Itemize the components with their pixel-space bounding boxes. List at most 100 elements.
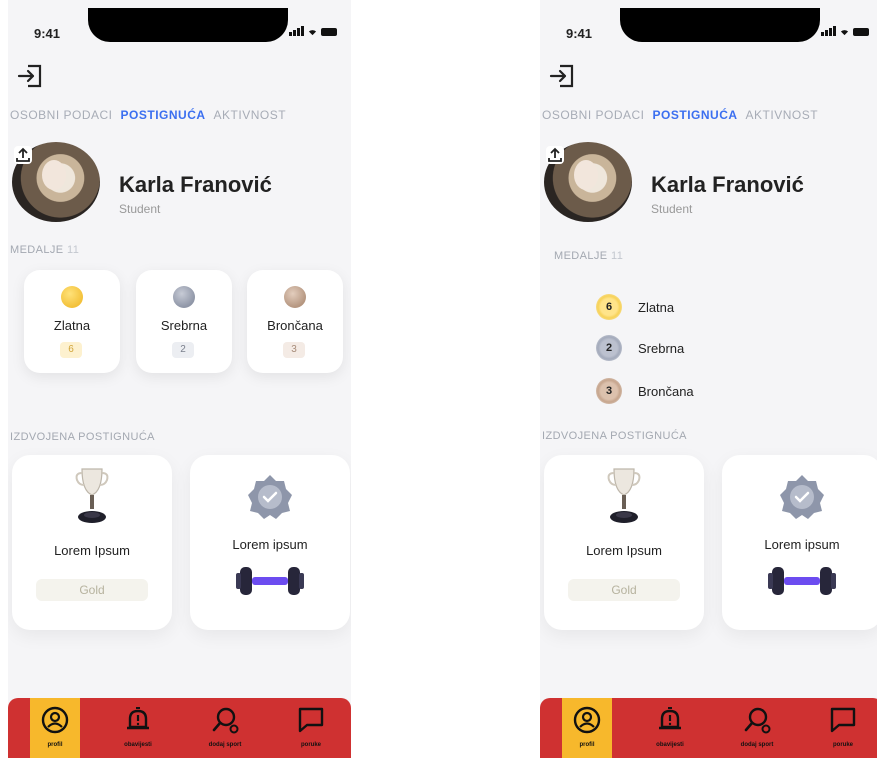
nav-item-dodaj-sport[interactable]: dodaj sport: [200, 698, 250, 758]
bottom-nav: profil obavijesti dodaj sport poruke: [540, 698, 877, 758]
message-icon: [298, 707, 324, 733]
profile-tabs: OSOBNI PODACI POSTIGNUĆA AKTIVNOST: [10, 108, 286, 122]
achievement-title: Lorem ipsum: [232, 537, 308, 552]
profile-name: Karla Franović: [119, 172, 272, 197]
upload-icon[interactable]: [14, 146, 32, 164]
achievement-title: Lorem Ipsum: [586, 543, 662, 558]
achievement-card[interactable]: Lorem Ipsum Gold: [12, 455, 172, 630]
search-plus-icon: [744, 707, 771, 734]
medal-count: 3: [283, 342, 305, 358]
featured-label: IZDVOJENA POSTIGNUĆA: [542, 430, 687, 442]
medal-title: Srebrna: [638, 340, 685, 356]
nav-label: dodaj sport: [208, 742, 242, 748]
signal-icon: [289, 26, 304, 36]
profile-role: Student: [119, 202, 161, 216]
phone-screen-left: 9:41 OSOBNI PODACI POSTIGNUĆA AKTIVNOST …: [8, 0, 351, 758]
check-badge-icon: [780, 475, 824, 519]
medal-count: 3: [596, 378, 622, 404]
featured-label: IZDVOJENA POSTIGNUĆA: [10, 431, 155, 443]
nav-label: poruke: [832, 742, 853, 748]
nav-item-profil[interactable]: profil: [562, 698, 612, 758]
trophy-icon: [75, 468, 109, 523]
medal-count: 6: [596, 294, 622, 320]
status-time: 9:41: [566, 26, 593, 41]
tab-aktivnost[interactable]: AKTIVNOST: [214, 108, 287, 122]
medal-card-gold[interactable]: Zlatna 6: [24, 270, 120, 373]
nav-item-poruke[interactable]: poruke: [286, 698, 336, 758]
profile-tabs: OSOBNI PODACI POSTIGNUĆA AKTIVNOST: [542, 108, 818, 122]
medal-count: 6: [60, 342, 82, 358]
bronze-medal-icon: [284, 286, 306, 308]
phone-screen-right: 9:41 OSOBNI PODACI POSTIGNUĆA AKTIVNOST …: [540, 0, 877, 758]
message-icon: [830, 707, 856, 733]
medal-title: Brončana: [267, 318, 323, 333]
medal-card-silver[interactable]: Srebrna 2: [136, 270, 232, 373]
achievement-title: Lorem Ipsum: [54, 543, 130, 558]
user-circle-icon: [41, 706, 69, 734]
medal-title: Brončana: [638, 383, 694, 399]
phone-notch: [620, 8, 820, 42]
silver-medal-icon: [173, 286, 195, 308]
user-circle-icon: [573, 706, 601, 734]
tab-aktivnost[interactable]: AKTIVNOST: [746, 108, 819, 122]
wifi-icon: [308, 30, 317, 36]
nav-item-dodaj-sport[interactable]: dodaj sport: [732, 698, 782, 758]
tab-postignuca[interactable]: POSTIGNUĆA: [121, 108, 206, 122]
medal-count: 2: [596, 335, 622, 361]
bottom-nav: profil obavijesti dodaj sport poruke: [8, 698, 351, 758]
nav-label: poruke: [300, 742, 321, 748]
bell-icon: [659, 707, 681, 730]
achievement-card[interactable]: Lorem Ipsum Gold: [544, 455, 704, 630]
tab-osobni-podaci[interactable]: OSOBNI PODACI: [542, 108, 645, 122]
medals-label: MEDALJE 11: [10, 244, 79, 256]
medal-row-silver[interactable]: 2 Srebrna: [596, 335, 684, 361]
phone-notch: [88, 8, 288, 42]
nav-label: profil: [579, 742, 595, 748]
nav-item-poruke[interactable]: poruke: [818, 698, 868, 758]
medal-row-gold[interactable]: 6 Zlatna: [596, 294, 674, 320]
medal-count: 2: [172, 342, 194, 358]
wifi-icon: [840, 30, 849, 36]
medal-title: Srebrna: [160, 318, 208, 333]
logout-icon[interactable]: [16, 62, 44, 90]
medals-count: 11: [67, 244, 80, 256]
nav-label: profil: [47, 742, 63, 748]
profile-name: Karla Franović: [651, 172, 804, 197]
medal-title: Zlatna: [638, 299, 675, 315]
nav-label: obavijesti: [656, 742, 684, 748]
medals-label: MEDALJE 11: [554, 250, 623, 262]
gold-medal-icon: [61, 286, 83, 308]
logout-icon[interactable]: [548, 62, 576, 90]
gold-badge: Gold: [568, 579, 680, 601]
nav-item-obavijesti[interactable]: obavijesti: [113, 698, 163, 758]
medals-label-text: MEDALJE: [554, 250, 608, 262]
status-icons: [289, 26, 337, 36]
check-badge-icon: [248, 475, 292, 519]
achievement-title: Lorem ipsum: [764, 537, 840, 552]
dumbbell-icon: [236, 567, 304, 595]
dumbbell-icon: [768, 567, 836, 595]
upload-icon[interactable]: [546, 146, 564, 164]
gold-badge: Gold: [36, 579, 148, 601]
achievement-card[interactable]: Lorem ipsum: [722, 455, 877, 630]
medal-title: Zlatna: [53, 318, 91, 333]
bell-icon: [127, 707, 149, 730]
battery-icon: [853, 28, 869, 36]
nav-label: obavijesti: [124, 742, 152, 748]
signal-icon: [821, 26, 836, 36]
status-time: 9:41: [34, 26, 61, 41]
status-icons: [821, 26, 869, 36]
achievement-card[interactable]: Lorem ipsum: [190, 455, 350, 630]
tab-postignuca[interactable]: POSTIGNUĆA: [653, 108, 738, 122]
trophy-icon: [607, 468, 641, 523]
tab-osobni-podaci[interactable]: OSOBNI PODACI: [10, 108, 113, 122]
nav-label: dodaj sport: [740, 742, 774, 748]
nav-item-profil[interactable]: profil: [30, 698, 80, 758]
medals-label-text: MEDALJE: [10, 244, 64, 256]
profile-role: Student: [651, 202, 693, 216]
medal-card-bronze[interactable]: Brončana 3: [247, 270, 343, 373]
battery-icon: [321, 28, 337, 36]
medals-count: 11: [611, 250, 624, 262]
medal-row-bronze[interactable]: 3 Brončana: [596, 378, 694, 404]
nav-item-obavijesti[interactable]: obavijesti: [645, 698, 695, 758]
